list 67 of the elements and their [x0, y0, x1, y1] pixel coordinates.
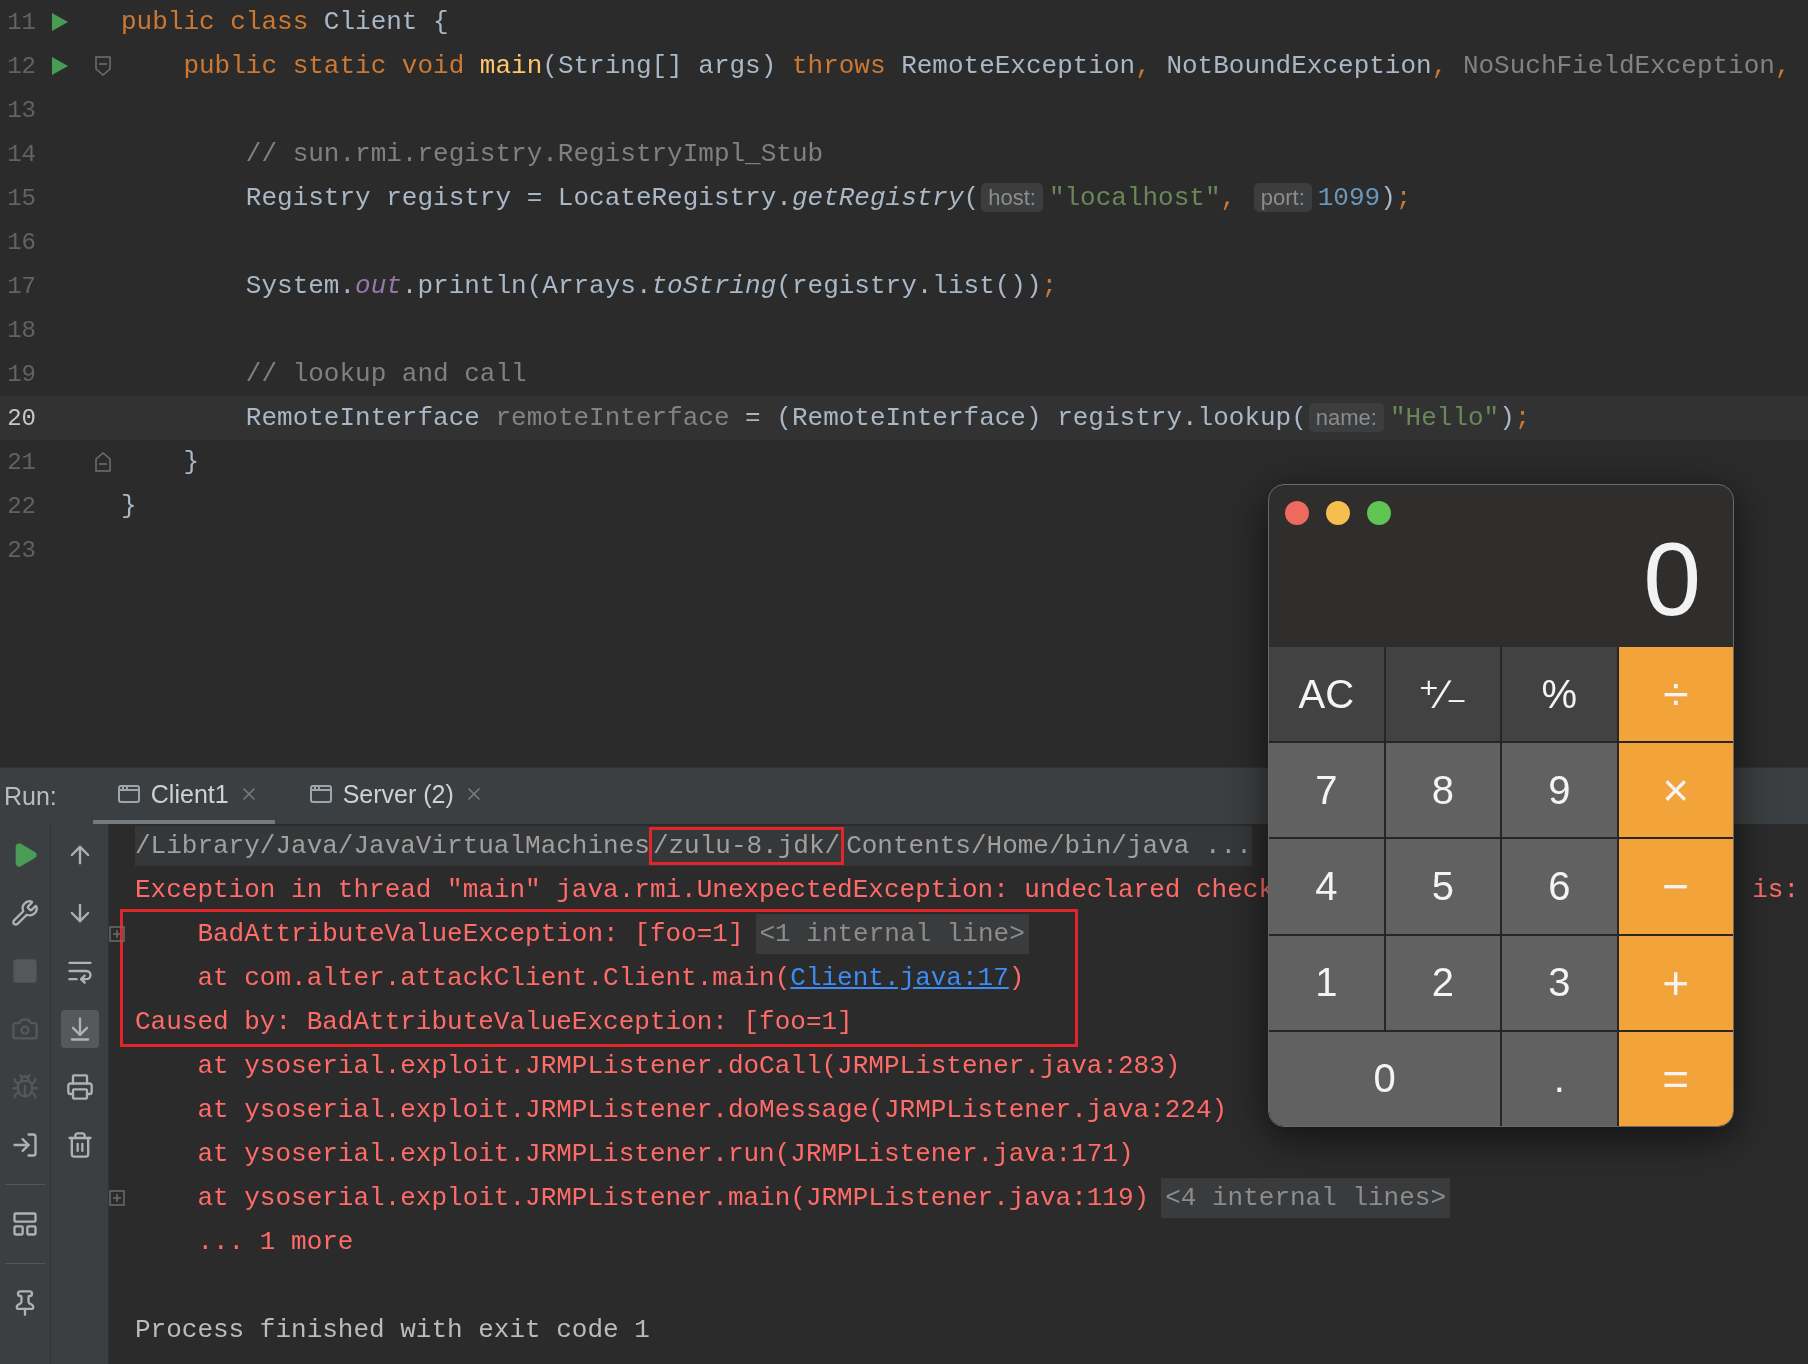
console-text: ... 1 more — [196, 1227, 354, 1257]
line-number: 12 — [6, 52, 36, 80]
line-number: 22 — [6, 492, 36, 520]
code-line: } — [121, 491, 137, 521]
console-text: ) — [1008, 963, 1025, 993]
line-number: 23 — [6, 536, 36, 564]
console-text: Contents/Home/bin/java ... — [846, 831, 1252, 861]
calculator-key[interactable]: 8 — [1385, 743, 1500, 838]
console-text: at ysoserial.exploit.JRMPListener.doMessage(JRMPListener.java:224) — [196, 1095, 1228, 1125]
fold-icon[interactable] — [94, 56, 111, 76]
code-line: // sun.rmi.registry.RegistryImpl_Stub — [244, 139, 824, 169]
calculator-key[interactable]: 7 — [1269, 743, 1384, 838]
console-tab[interactable]: Server (2) — [284, 768, 500, 824]
calculator-key[interactable]: 4 — [1269, 839, 1384, 934]
run-label: Run: — [4, 781, 57, 811]
code-line: System.out.println(Arrays.toString(registry.list()); — [244, 271, 1058, 301]
console-text: at ysoserial.exploit.JRMPListener.main(JRMPListener.java:119) — [196, 1183, 1150, 1213]
line-number: 17 — [6, 272, 36, 300]
code-line: // lookup and call — [244, 359, 527, 389]
run-icon[interactable] — [51, 12, 69, 32]
maximize-icon[interactable] — [1367, 501, 1391, 525]
console-text: is: — [1752, 875, 1800, 905]
console-icon — [308, 782, 333, 806]
collapsed-lines[interactable]: <4 internal lines> — [1161, 1178, 1451, 1218]
calculator-key[interactable]: ⁺∕₋ — [1385, 647, 1500, 742]
line-number: 18 — [6, 316, 36, 344]
minimize-icon[interactable] — [1326, 501, 1350, 525]
run-icon[interactable] — [51, 56, 69, 76]
calculator-key[interactable]: 9 — [1502, 743, 1617, 838]
source-link[interactable]: Client.java:17 — [790, 963, 1009, 993]
calculator-display: 0 — [1643, 527, 1701, 631]
code-line: public class Client { — [121, 7, 449, 37]
line-number: 14 — [6, 140, 36, 168]
calculator-key[interactable]: % — [1502, 647, 1617, 742]
line-number: 11 — [6, 8, 36, 36]
calculator-key[interactable]: 0 — [1269, 1031, 1500, 1126]
code-line: RemoteInterface remoteInterface = (RemoteInterface) registry.lookup( name: "Hello"); — [244, 403, 1531, 433]
close-icon[interactable] — [1285, 501, 1309, 525]
scroll-to-end-icon[interactable] — [60, 1010, 99, 1048]
console-text: at ysoserial.exploit.JRMPListener.doCall(JRMPListener.java:283) — [196, 1051, 1181, 1081]
line-number: 20 — [6, 404, 36, 432]
expand-icon[interactable] — [109, 1190, 125, 1206]
console-text: at ysoserial.exploit.JRMPListener.run(JRMPListener.java:171) — [196, 1139, 1134, 1169]
calculator-key[interactable]: . — [1502, 1031, 1617, 1126]
collapsed-lines[interactable]: <1 internal line> — [755, 914, 1029, 954]
calculator-key[interactable]: 6 — [1502, 839, 1617, 934]
calculator-key[interactable]: 1 — [1269, 935, 1384, 1030]
fold-icon[interactable] — [94, 452, 111, 472]
calculator-key[interactable]: 3 — [1502, 935, 1617, 1030]
code-line: Registry registry = LocateRegistry.getRegistry( host: "localhost", port: 1099); — [244, 183, 1412, 213]
console-text: Process finished with exit code 1 — [135, 1315, 650, 1345]
line-number: 16 — [6, 228, 36, 256]
console-text: /Library/Java/JavaVirtualMachines — [135, 831, 650, 861]
console-text: BadAttributeValueException: [foo=1] — [196, 919, 744, 949]
code-line: public static void main(String[] args) throws RemoteException, NotBoundException, NoSuchFieldException, — [182, 51, 1791, 81]
line-number: 19 — [6, 360, 36, 388]
calculator-key[interactable]: 2 — [1385, 935, 1500, 1030]
console-icon — [116, 782, 141, 806]
line-number: 21 — [6, 448, 36, 476]
expand-icon[interactable] — [109, 926, 125, 942]
code-line: } — [182, 447, 199, 477]
calculator-key[interactable]: 5 — [1385, 839, 1500, 934]
line-number: 15 — [6, 184, 36, 212]
calculator-key[interactable]: AC — [1269, 647, 1384, 742]
line-number: 13 — [6, 96, 36, 124]
console-text: Caused by: BadAttributeValueException: [foo=1] — [135, 1007, 853, 1037]
console-text: at com.alter.attackClient.Client.main( — [196, 963, 791, 993]
